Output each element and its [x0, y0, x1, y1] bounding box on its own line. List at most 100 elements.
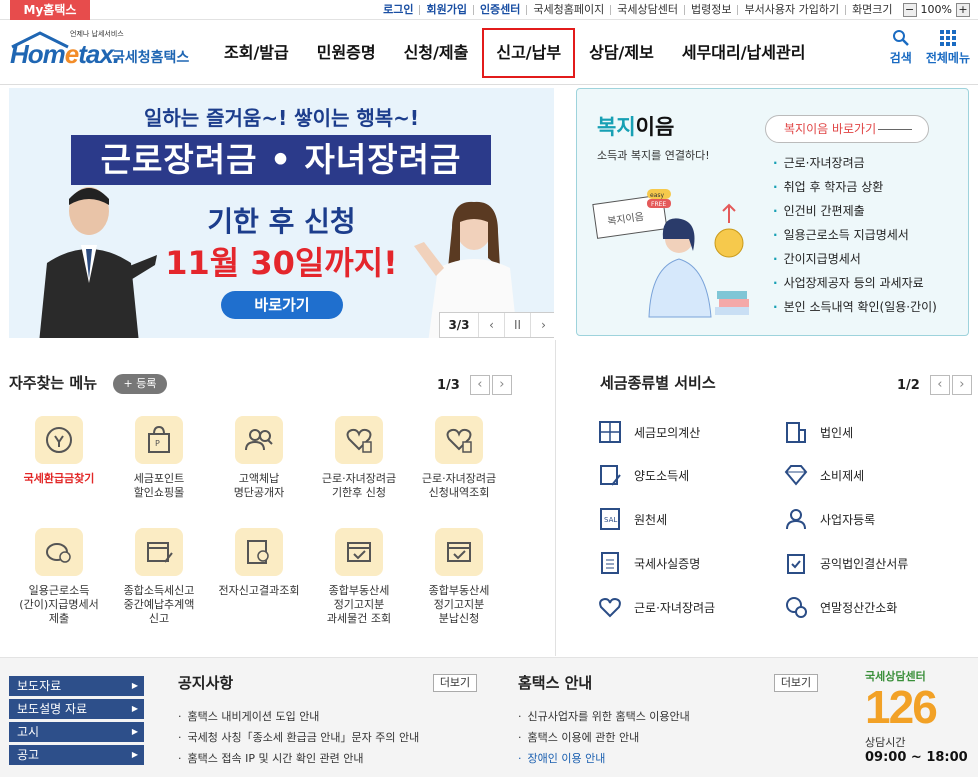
- press-explanation-link[interactable]: 보도설명 자료: [9, 699, 144, 719]
- hometax-logo[interactable]: 언제나 납세서비스 Hometax. 국세청홈택스: [10, 27, 190, 77]
- quick-item-incentive-history[interactable]: 근로·자녀장려금 신청내역조회: [409, 416, 509, 500]
- nav-application-submit[interactable]: 신청/제출: [390, 28, 483, 78]
- refund-icon: [35, 416, 83, 464]
- arrow-icon: [878, 129, 912, 130]
- wallet-icon: [35, 528, 83, 576]
- tax-service-withholding[interactable]: SAL 원천세: [598, 507, 667, 531]
- guide-more-button[interactable]: 더보기: [774, 674, 818, 692]
- tax-service-business-registration[interactable]: 사업자등록: [784, 507, 875, 531]
- logo-korean-name: 국세청홈택스: [112, 50, 190, 66]
- consult-center-link[interactable]: 국세상담센터: [611, 2, 684, 18]
- nav-civil-certificate[interactable]: 민원증명: [303, 28, 390, 78]
- free-tag-text: FREE: [651, 201, 666, 208]
- main-banner[interactable]: 일하는 즐거움~! 쌓이는 행복~! 근로장려금 • 자녀장려금 기한 후 신청…: [9, 88, 554, 338]
- quick-item-property-tax-inquiry[interactable]: 종합부동산세 정기고지분 과세물건 조회: [309, 528, 409, 626]
- notice-more-button[interactable]: 더보기: [433, 674, 477, 692]
- welfare-item[interactable]: 일용근로소득 지급명세서: [773, 223, 937, 247]
- guide-item[interactable]: 신규사업자를 위한 홈택스 이용안내: [518, 706, 690, 727]
- dept-user-signup-link[interactable]: 부서사용자 가입하기: [738, 2, 845, 18]
- notification-link[interactable]: 고시: [9, 722, 144, 742]
- banner-deadline: 11월 30일까지!: [165, 244, 398, 282]
- search-doc-icon: [235, 528, 283, 576]
- welfare-item[interactable]: 본인 소득내역 확인(일용·간이): [773, 295, 937, 319]
- quick-item-efile-result[interactable]: 전자신고결과조회: [209, 528, 309, 598]
- quick-menu-title: 자주찾는 메뉴: [9, 374, 98, 392]
- search-button[interactable]: 검색: [890, 29, 912, 66]
- consult-hours-label: 상담시간: [865, 736, 906, 749]
- notice-item[interactable]: 국세청 사칭「종소세 환급금 안내」문자 주의 안내: [178, 727, 420, 748]
- screen-size-label: 화면크기: [852, 3, 893, 16]
- notice-item[interactable]: 홈택스 접속 IP 및 시간 확인 관련 안내: [178, 748, 419, 769]
- banner-next-button[interactable]: ›: [530, 313, 554, 337]
- quick-item-tax-point-mall[interactable]: P 세금포인트 할인쇼핑몰: [109, 416, 209, 500]
- footer: 보도자료 보도설명 자료 고시 공고 공지사항 더보기 홈택스 내비게이션 도입…: [0, 657, 978, 777]
- nav-inquiry-issue[interactable]: 조회/발급: [210, 28, 303, 78]
- clipboard-check-icon: [787, 554, 805, 574]
- tax-service-consumption[interactable]: 소비제세: [784, 463, 864, 487]
- tax-service-incentive[interactable]: 근로·자녀장려금: [598, 595, 715, 619]
- tax-service-transfer-income[interactable]: 양도소득세: [598, 463, 689, 487]
- heart-doc-icon: [435, 416, 483, 464]
- login-link[interactable]: 로그인: [377, 2, 419, 18]
- welfare-item[interactable]: 취업 후 학자금 상환: [773, 175, 937, 199]
- welfare-item[interactable]: 간이지급명세서: [773, 247, 937, 271]
- building-icon: [786, 422, 806, 443]
- user-icon: [786, 509, 806, 530]
- guide-item[interactable]: 홈택스 이용에 관한 안내: [518, 727, 690, 748]
- logo-wordmark: Hometax.: [10, 39, 120, 69]
- salary-doc-icon: SAL: [600, 508, 620, 530]
- signup-link[interactable]: 회원가입: [420, 2, 472, 18]
- welfare-item[interactable]: 사업장제공자 등의 과세자료: [773, 271, 937, 295]
- tax-service-mock-calc[interactable]: 세금모의계산: [598, 420, 700, 444]
- all-menu-button[interactable]: 전체메뉴: [926, 29, 970, 66]
- quick-menu-add-button[interactable]: + 등록: [113, 374, 167, 394]
- tax-service-fact-certificate[interactable]: 국세사실증명: [598, 551, 700, 575]
- auth-center-link[interactable]: 인증센터: [474, 2, 526, 18]
- svg-text:SAL: SAL: [604, 516, 617, 524]
- announcement-link[interactable]: 공고: [9, 745, 144, 765]
- welfare-go-button[interactable]: 복지이음 바로가기: [765, 115, 929, 143]
- nav-tax-agent[interactable]: 세무대리/납세관리: [668, 28, 820, 78]
- quick-item-delinquent-list[interactable]: 고액체납 명단공개자: [209, 416, 309, 500]
- header: 언제나 납세서비스 Hometax. 국세청홈택스 조회/발급 민원증명 신청/…: [0, 21, 978, 85]
- tax-service-public-interest-settlement[interactable]: 공익법인결산서류: [784, 551, 908, 575]
- people-search-icon: [235, 416, 283, 464]
- notice-item[interactable]: 홈택스 내비게이션 도입 안내: [178, 706, 419, 727]
- welfare-item[interactable]: 근로·자녀장려금: [773, 151, 937, 175]
- quick-prev-button[interactable]: ‹: [469, 375, 490, 395]
- consult-hours: 09:00 ~ 18:00: [865, 750, 968, 765]
- welfare-item[interactable]: 인건비 간편제출: [773, 199, 937, 223]
- banner-page-indicator: 3/3: [448, 318, 470, 332]
- banner-prev-button[interactable]: ‹: [478, 313, 504, 337]
- diamond-icon: [784, 465, 808, 486]
- calendar-edit-icon: [135, 528, 183, 576]
- quick-item-income-tax-interim[interactable]: 종합소득세신고 중간예납추계액 신고: [109, 528, 209, 626]
- nav-consult-report[interactable]: 상담/제보: [575, 28, 668, 78]
- banner-slider-controls: 3/3 ‹ II ›: [439, 312, 554, 338]
- search-icon: [892, 30, 909, 46]
- zoom-value: 100%: [920, 3, 952, 16]
- banner-go-button[interactable]: 바로가기: [221, 291, 343, 319]
- tax-prev-button[interactable]: ‹: [929, 375, 950, 395]
- quick-item-property-tax-installment[interactable]: 종합부동산세 정기고지분 분납신청: [409, 528, 509, 626]
- banner-pause-button[interactable]: II: [504, 313, 530, 337]
- press-release-link[interactable]: 보도자료: [9, 676, 144, 696]
- tax-next-button[interactable]: ›: [951, 375, 972, 395]
- shopping-bag-icon: P: [135, 416, 183, 464]
- document-pen-icon: [600, 465, 621, 486]
- tax-service-year-end-settlement[interactable]: 연말정산간소화: [784, 595, 897, 619]
- tax-service-corporate[interactable]: 법인세: [784, 420, 853, 444]
- quick-item-refund[interactable]: 국세환급금찾기: [9, 416, 109, 486]
- law-info-link[interactable]: 법령정보: [685, 2, 737, 18]
- quick-item-incentive-late-apply[interactable]: 근로·자녀장려금 기한후 신청: [309, 416, 409, 500]
- utility-links: 로그인 회원가입 인증센터 국세청홈페이지 국세상담센터 법령정보 부서사용자 …: [377, 2, 970, 18]
- quick-next-button[interactable]: ›: [491, 375, 512, 395]
- nts-home-link[interactable]: 국세청홈페이지: [527, 2, 610, 18]
- zoom-out-button[interactable]: −: [902, 3, 917, 17]
- quick-item-daily-wage-statement[interactable]: 일용근로소득 (간이)지급명세서 제출: [9, 528, 109, 626]
- my-hometax-button[interactable]: My홈택스: [10, 0, 90, 20]
- guide-item[interactable]: 장애인 이용 안내: [518, 748, 690, 769]
- heart-icon: [599, 597, 621, 618]
- zoom-in-button[interactable]: +: [956, 3, 970, 17]
- nav-report-payment[interactable]: 신고/납부: [482, 28, 576, 78]
